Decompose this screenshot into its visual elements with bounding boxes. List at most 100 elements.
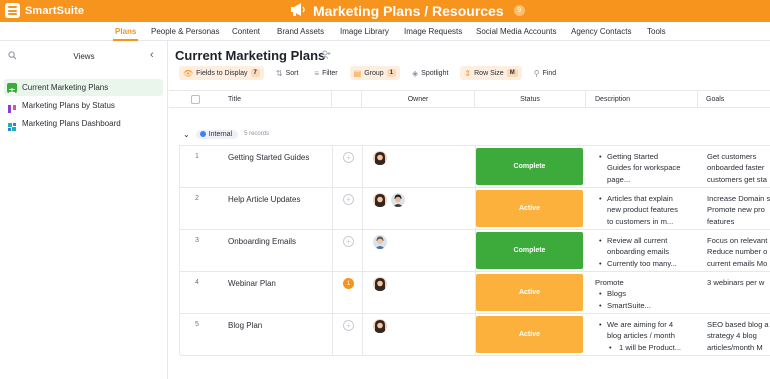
owner-cell[interactable] <box>363 272 476 313</box>
tab-image-requests[interactable]: Image Requests <box>404 22 462 41</box>
tab-plans[interactable]: Plans <box>112 22 139 41</box>
comment-count-icon[interactable]: 1 <box>343 278 354 289</box>
description-cell[interactable]: We are aiming for 4blog articles / month… <box>595 319 695 353</box>
description-cell[interactable]: Getting StartedGuides for workspacepage.… <box>595 151 695 185</box>
tab-brand-assets[interactable]: Brand Assets <box>277 22 324 41</box>
status-badge[interactable]: Active <box>476 316 583 353</box>
goals-line: current emails Mo <box>707 258 768 268</box>
status-badge[interactable]: Active <box>476 190 583 227</box>
title-cell[interactable]: 2 Help Article Updates <box>180 188 333 229</box>
header-title-cell[interactable]: Title <box>169 91 332 108</box>
column-header-status[interactable]: Status <box>475 91 586 108</box>
add-comment-icon[interactable]: + <box>343 194 354 205</box>
chevron-down-icon[interactable]: ⌄ <box>183 130 190 139</box>
sort-label: Sort <box>285 69 299 77</box>
description-line: Review all current <box>595 235 695 246</box>
row-number: 1 <box>195 153 199 160</box>
group-record-count: 5 records <box>244 131 270 137</box>
row-size-value: M <box>506 69 518 77</box>
avatar[interactable] <box>373 193 387 207</box>
fields-to-display-button[interactable]: 👁 Fields to Display 7 <box>179 66 264 80</box>
goals-cell[interactable]: SEO based blog a strategy 4 blog article… <box>707 319 770 353</box>
column-header-goals[interactable]: Goals <box>698 91 770 108</box>
description-line: blog articles / month <box>607 331 675 341</box>
table-tabs: Plans People & Personas Content Brand As… <box>0 22 770 41</box>
table-row[interactable]: 2 Help Article Updates + Active Articles… <box>180 188 770 230</box>
goals-cell[interactable]: Get customers onboarded faster customers… <box>707 151 770 185</box>
spotlight-button[interactable]: ◈ Spotlight <box>408 66 452 80</box>
title-cell[interactable]: 4 Webinar Plan <box>180 272 333 313</box>
goals-cell[interactable]: Focus on relevant Reduce number o curren… <box>707 235 770 269</box>
view-item-marketing-plans-dashboard[interactable]: Marketing Plans Dashboard <box>4 115 163 132</box>
find-button[interactable]: ⚲ Find <box>530 66 560 80</box>
comments-cell[interactable]: + <box>333 188 363 229</box>
column-header-description[interactable]: Description <box>586 91 698 108</box>
owner-cell[interactable] <box>363 146 476 187</box>
avatar[interactable] <box>391 193 405 207</box>
view-label: Marketing Plans by Status <box>22 101 115 110</box>
goals-line: SEO based blog a <box>707 320 769 329</box>
description-line: onboarding emails <box>607 247 670 257</box>
owner-cell[interactable] <box>363 230 476 271</box>
avatar[interactable] <box>373 319 387 333</box>
select-all-checkbox[interactable] <box>191 95 200 104</box>
record-title: Blog Plan <box>228 321 263 330</box>
tab-agency-contacts[interactable]: Agency Contacts <box>571 22 631 41</box>
column-header-owner[interactable]: Owner <box>362 91 475 108</box>
title-cell[interactable]: 1 Getting Started Guides <box>180 146 333 187</box>
sort-button[interactable]: ⇅ Sort <box>272 66 303 80</box>
tab-people-personas[interactable]: People & Personas <box>151 22 220 41</box>
chevron-left-icon[interactable]: ‹ <box>150 49 154 61</box>
goals-line: strategy 4 blog <box>707 331 757 341</box>
row-size-label: Row Size <box>474 69 504 77</box>
record-title: Help Article Updates <box>228 195 301 204</box>
table-row[interactable]: 5 Blog Plan + Active We are aiming for 4… <box>180 314 770 356</box>
add-comment-icon[interactable]: + <box>343 236 354 247</box>
avatar[interactable] <box>373 277 387 291</box>
comments-cell[interactable]: + <box>333 230 363 271</box>
owner-cell[interactable] <box>363 314 476 355</box>
status-badge[interactable]: Active <box>476 274 583 311</box>
status-badge[interactable]: Complete <box>476 148 583 185</box>
comments-cell[interactable]: 1 <box>333 272 363 313</box>
column-header-title: Title <box>228 96 241 103</box>
description-cell[interactable]: Promote BlogsSmartSuite... <box>595 277 695 311</box>
table-row[interactable]: 4 Webinar Plan 1 Active Promote BlogsSma… <box>180 272 770 314</box>
title-badge[interactable]: 9 <box>513 5 525 16</box>
description-cell[interactable]: Review all currentonboarding emailsCurre… <box>595 235 695 269</box>
owner-cell[interactable] <box>363 188 476 229</box>
title-cell[interactable]: 3 Onboarding Emails <box>180 230 333 271</box>
description-cell[interactable]: Articles that explainnew product feature… <box>595 193 695 227</box>
comments-cell[interactable]: + <box>333 146 363 187</box>
row-size-icon: ⇕ <box>464 68 472 78</box>
solution-title[interactable]: Marketing Plans / Resources 9 <box>290 2 525 19</box>
row-number: 2 <box>195 195 199 202</box>
goals-cell[interactable]: 3 webinars per w <box>707 277 770 288</box>
avatar[interactable] <box>373 151 387 165</box>
description-line: new product features <box>607 205 678 215</box>
goals-line: articles/month M <box>707 342 763 352</box>
tab-social-media-accounts[interactable]: Social Media Accounts <box>476 22 557 41</box>
title-cell[interactable]: 5 Blog Plan <box>180 314 333 355</box>
fields-label: Fields to Display <box>196 69 248 77</box>
group-header[interactable]: ⌄ Internal 5 records <box>183 127 269 141</box>
filter-button[interactable]: ≡ Filter <box>310 66 341 80</box>
view-item-current-marketing-plans[interactable]: Current Marketing Plans <box>4 79 163 96</box>
group-button[interactable]: ▤ Group 1 <box>349 66 401 80</box>
comments-cell[interactable]: + <box>333 314 363 355</box>
tab-tools[interactable]: Tools <box>647 22 666 41</box>
status-badge[interactable]: Complete <box>476 232 583 269</box>
goals-cell[interactable]: Increase Domain s Promote new pro featur… <box>707 193 770 227</box>
row-size-button[interactable]: ⇕ Row Size M <box>460 66 522 80</box>
tab-content[interactable]: Content <box>232 22 260 41</box>
tab-image-library[interactable]: Image Library <box>340 22 389 41</box>
app-logo[interactable]: SmartSuite <box>5 3 84 18</box>
add-comment-icon[interactable]: + <box>343 320 354 331</box>
share-view-icon[interactable] <box>321 50 332 61</box>
add-comment-icon[interactable]: + <box>343 152 354 163</box>
goals-line: onboarded faster <box>707 163 765 173</box>
table-row[interactable]: 1 Getting Started Guides + Complete Gett… <box>180 146 770 188</box>
avatar[interactable] <box>373 235 387 249</box>
view-item-marketing-plans-by-status[interactable]: Marketing Plans by Status <box>4 97 163 114</box>
table-row[interactable]: 3 Onboarding Emails + Complete Review al… <box>180 230 770 272</box>
